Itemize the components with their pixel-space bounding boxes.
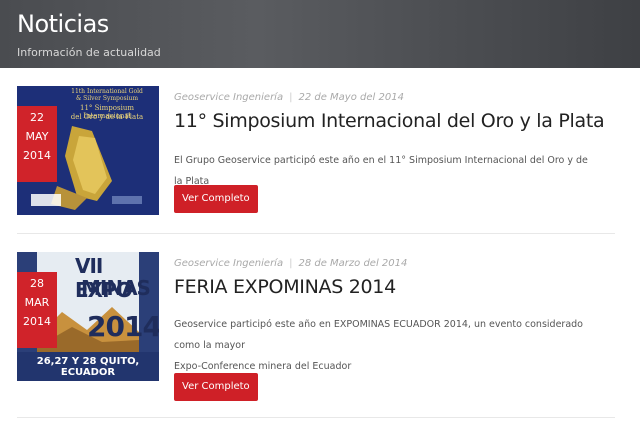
ver-completo-button[interactable]: Ver Completo [174,373,258,401]
news-thumbnail[interactable]: 11th International Gold & Silver Symposi… [17,86,159,215]
news-title[interactable]: FERIA EXPOMINAS 2014 [174,276,396,298]
news-meta: Geoservice Ingeniería | 22 de Mayo del 201… [174,92,404,103]
news-author: Geoservice Ingeniería [174,92,284,103]
meta-separator: | [289,92,293,103]
ver-completo-button[interactable]: Ver Completo [174,185,258,213]
thumb-text-line1: 11th International Gold [71,88,143,95]
meta-separator: | [289,258,293,269]
news-meta: Geoservice Ingeniería | 28 de Marzo del 20… [174,258,407,269]
news-excerpt: Geoservice participó este año en EXPOMIN… [174,314,594,377]
badge-year: 2014 [23,315,51,328]
news-excerpt-line1: Geoservice participó este año en EXPOMIN… [174,319,583,351]
page-banner: Noticias Información de actualidad [0,0,640,68]
thumb-text-line2: MINAS [81,276,151,300]
badge-year: 2014 [23,149,51,162]
news-item: VII EXPO MINAS 2014 26,27 Y 28 QUITO, EC… [17,252,615,418]
page-subtitle: Información de actualidad [17,46,161,59]
news-date: 22 de Mayo del 2014 [298,92,404,103]
news-title[interactable]: 11° Simposium Internacional del Oro y la… [174,110,605,132]
badge-month: MAY [25,130,49,143]
news-author: Geoservice Ingeniería [174,258,284,269]
date-badge: 22 MAY 2014 [17,106,57,182]
thumb-text-line3: 2014 [87,310,159,343]
date-badge: 28 MAR 2014 [17,272,57,348]
news-item: 11th International Gold & Silver Symposi… [17,86,615,234]
thumb-text-line4: del Oro y de la Plata [70,113,144,121]
thumb-text-line4: 26,27 Y 28 QUITO, ECUADOR [36,356,140,378]
badge-day: 28 [30,277,44,290]
page-title: Noticias [17,10,109,38]
news-date: 28 de Marzo del 2014 [298,258,408,269]
badge-day: 22 [30,111,44,124]
thumb-text-line2: & Silver Symposium [75,95,139,102]
news-thumbnail[interactable]: VII EXPO MINAS 2014 26,27 Y 28 QUITO, EC… [17,252,159,381]
badge-month: MAR [24,296,50,309]
